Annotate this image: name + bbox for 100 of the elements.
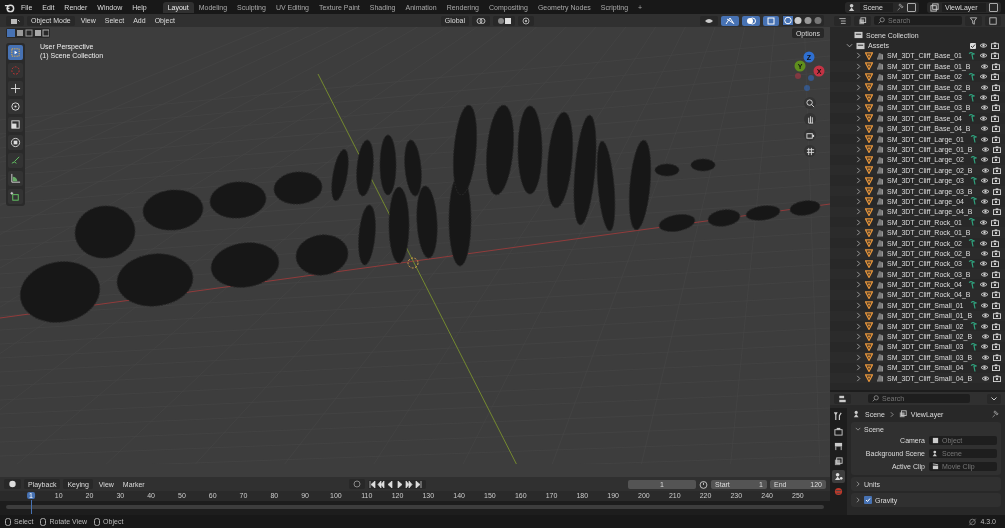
eye-icon[interactable] <box>979 197 989 205</box>
eye-icon[interactable] <box>979 52 988 60</box>
editor-type-button[interactable] <box>4 479 21 489</box>
eye-icon[interactable] <box>981 374 991 382</box>
camera-icon[interactable] <box>993 146 1002 153</box>
camera-icon[interactable] <box>991 260 999 268</box>
mesh-data-icon[interactable] <box>876 311 884 320</box>
wrench-icon[interactable] <box>969 176 977 185</box>
pin-icon[interactable] <box>991 410 999 418</box>
mesh-data-icon[interactable] <box>876 197 884 206</box>
wrench-icon[interactable] <box>968 280 975 289</box>
camera-icon[interactable] <box>991 291 1000 299</box>
mesh-data-icon[interactable] <box>876 145 884 154</box>
eye-icon[interactable] <box>979 364 989 372</box>
eye-icon[interactable] <box>979 114 988 122</box>
mesh-data-icon[interactable] <box>876 187 884 196</box>
pin-icon[interactable] <box>896 3 904 11</box>
eye-icon[interactable] <box>981 312 991 320</box>
mesh-data-icon[interactable] <box>876 363 884 372</box>
measure-tool-button[interactable] <box>8 171 23 186</box>
eye-icon[interactable] <box>979 94 988 102</box>
camera-icon[interactable] <box>993 353 1002 361</box>
eye-icon[interactable] <box>979 125 989 133</box>
mesh-data-icon[interactable] <box>876 342 884 351</box>
camera-icon[interactable] <box>993 374 1002 382</box>
filter-button[interactable] <box>965 15 982 26</box>
camera-icon[interactable] <box>991 301 1000 309</box>
mesh-data-icon[interactable] <box>876 176 884 185</box>
eye-icon[interactable] <box>979 301 989 309</box>
eye-icon[interactable] <box>979 249 989 257</box>
eye-icon[interactable] <box>979 73 988 81</box>
view-layer-properties-tab[interactable] <box>832 455 845 468</box>
camera-icon[interactable] <box>993 187 1002 195</box>
mesh-data-icon[interactable] <box>876 62 884 71</box>
eye-icon[interactable] <box>979 260 988 268</box>
mesh-data-icon[interactable] <box>876 290 884 299</box>
mesh-data-icon[interactable] <box>876 155 884 164</box>
logo-icon[interactable] <box>4 1 15 13</box>
wrench-icon[interactable] <box>968 259 975 268</box>
camera-icon[interactable] <box>991 239 999 247</box>
shading-mode-buttons[interactable] <box>782 15 824 26</box>
snap-icon[interactable] <box>493 15 515 26</box>
camera-icon[interactable] <box>991 135 1000 143</box>
wrench-icon[interactable] <box>969 322 977 331</box>
move-tool-button[interactable] <box>8 81 23 96</box>
camera-icon[interactable] <box>993 166 1002 174</box>
eye-icon[interactable] <box>979 177 989 185</box>
chevron-icon[interactable] <box>855 497 861 503</box>
eye-icon[interactable] <box>979 104 989 112</box>
chevron-icon[interactable] <box>855 426 861 432</box>
editor-type-button[interactable] <box>6 15 24 26</box>
eye-icon[interactable] <box>981 187 991 195</box>
transform-tool-button[interactable] <box>8 135 23 150</box>
wrench-icon[interactable] <box>969 155 977 164</box>
wrench-icon[interactable] <box>968 72 975 81</box>
eye-icon[interactable] <box>979 62 989 70</box>
camera-icon[interactable] <box>991 177 1000 185</box>
mesh-data-icon[interactable] <box>876 51 884 60</box>
wrench-icon[interactable] <box>969 197 977 206</box>
camera-icon[interactable] <box>804 129 816 141</box>
eye-icon[interactable] <box>979 156 989 164</box>
camera-icon[interactable] <box>991 322 1000 330</box>
rotate-tool-button[interactable] <box>8 99 23 114</box>
eye-icon[interactable] <box>979 83 989 91</box>
camera-icon[interactable] <box>991 104 1000 112</box>
mesh-data-icon[interactable] <box>876 103 884 112</box>
mesh-data-icon[interactable] <box>876 135 884 144</box>
options-dropdown[interactable] <box>987 393 1001 404</box>
mesh-data-icon[interactable] <box>876 124 884 133</box>
mesh-data-icon[interactable] <box>876 332 884 341</box>
render-properties-tab[interactable] <box>832 425 845 438</box>
mesh-data-icon[interactable] <box>876 239 884 247</box>
mesh-data-icon[interactable] <box>876 83 884 92</box>
copy-icon[interactable] <box>907 2 916 12</box>
mesh-data-icon[interactable] <box>876 166 884 175</box>
camera-icon[interactable] <box>991 94 999 102</box>
proportional-edit-icon[interactable] <box>518 15 534 26</box>
eye-icon[interactable] <box>981 208 991 216</box>
wrench-icon[interactable] <box>968 93 975 102</box>
exclude-checkbox[interactable] <box>970 42 976 49</box>
eye-icon[interactable] <box>981 146 991 153</box>
mesh-data-icon[interactable] <box>876 280 884 289</box>
stopwatch-icon[interactable] <box>699 479 708 489</box>
eye-icon[interactable] <box>979 343 989 351</box>
camera-icon[interactable] <box>991 73 999 81</box>
gizmo-toggle-icon[interactable] <box>721 15 739 26</box>
eye-icon[interactable] <box>981 353 991 361</box>
scale-tool-button[interactable] <box>8 117 23 132</box>
wrench-icon[interactable] <box>968 114 975 123</box>
output-properties-tab[interactable] <box>832 440 845 453</box>
camera-icon[interactable] <box>991 52 999 60</box>
checkbox[interactable] <box>864 496 872 504</box>
eye-icon[interactable] <box>979 322 989 330</box>
mesh-data-icon[interactable] <box>876 322 884 331</box>
camera-icon[interactable] <box>991 218 999 226</box>
camera-icon[interactable] <box>993 208 1002 216</box>
camera-icon[interactable] <box>991 114 999 122</box>
mesh-data-icon[interactable] <box>876 270 884 279</box>
mesh-data-icon[interactable] <box>876 259 884 268</box>
editor-type-button[interactable] <box>834 393 851 404</box>
